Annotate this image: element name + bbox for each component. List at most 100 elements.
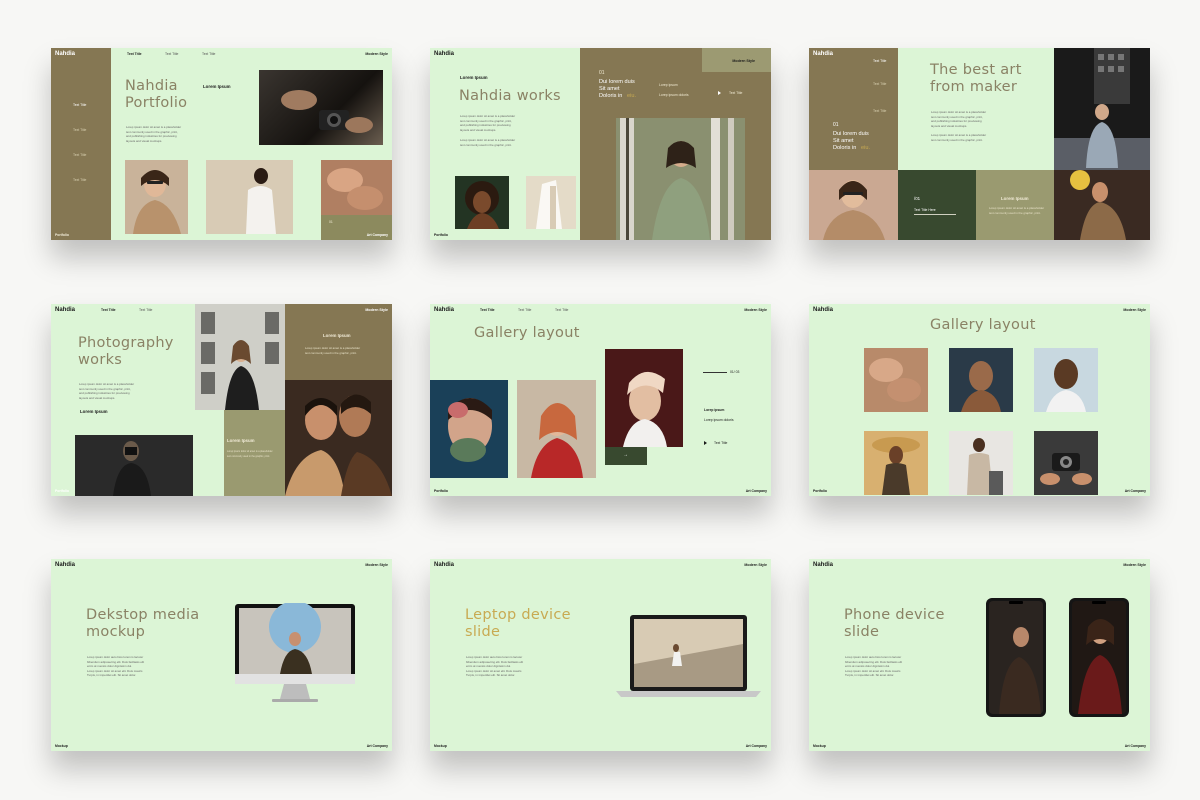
photo-building-woman	[195, 304, 285, 410]
gallery-photo-3	[1034, 348, 1098, 412]
desktop-monitor-icon	[234, 603, 356, 707]
lorem-heading: Lorem Ipsum	[203, 84, 231, 89]
big-text-tail: eiu.	[861, 145, 871, 151]
brand-logo: Nahdia	[813, 51, 834, 57]
footer-portfolio: Portfolio	[813, 489, 827, 493]
gallery-photo-6	[1034, 431, 1098, 495]
nav-item-active[interactable]: Text Title	[480, 308, 495, 312]
photo-two-faces	[321, 160, 392, 215]
footer-mockup: Mockup	[55, 744, 68, 748]
phone-2-icon	[1068, 597, 1130, 718]
caption-2: Lorep ipsum doloris	[659, 93, 689, 97]
play-icon[interactable]	[704, 441, 707, 445]
modern-style-label: Modern Style	[365, 308, 388, 312]
slide-number: 01	[599, 70, 605, 76]
link-title[interactable]: Text Title	[729, 91, 742, 95]
bottom-box-heading: Lorem Ipsum	[227, 438, 255, 443]
slide-number: 01	[833, 122, 839, 128]
footer-company: Art Company	[366, 233, 388, 237]
brand-logo: Nahdia	[434, 562, 455, 568]
slide-gallery-2[interactable]: Nahdia Modern Style Gallery layout Portf…	[809, 304, 1150, 496]
body-paragraph-2: Lorep ipsum dolor sit amet is a placehol…	[931, 133, 987, 142]
slide-best-art[interactable]: Nahdia Text Title Text Title Text Title …	[809, 48, 1150, 240]
slide-title: Photography works	[78, 335, 174, 368]
footer-company: Art Company	[745, 744, 767, 748]
nav-item[interactable]: Text Title	[555, 308, 568, 312]
footer-portfolio: Portfolio	[55, 233, 69, 237]
photo-woman-glasses	[809, 170, 898, 240]
gallery-photo-5	[949, 431, 1013, 495]
photo-woman-glasses	[125, 160, 188, 234]
photo-mask-woman	[75, 435, 193, 496]
gallery-photo-4	[864, 431, 928, 495]
lorem-heading: Lorem Ipsum	[80, 409, 108, 414]
box-title: Text Title Here	[914, 208, 936, 212]
modern-style-label: Modern Style	[365, 563, 388, 567]
slide-phone-mockup[interactable]: Nahdia Modern Style Phone device slide L…	[809, 559, 1150, 751]
slide-photography[interactable]: Nahdia Text Title Text Title Photography…	[51, 304, 392, 496]
photo-woman-hand	[605, 349, 683, 447]
footer-mockup: Mockup	[434, 744, 447, 748]
slide-portfolio[interactable]: Nahdia Text Title Text Title Text Title …	[51, 48, 392, 240]
nav-item[interactable]: Text Title	[202, 52, 215, 56]
brand-logo: Nahdia	[434, 51, 455, 57]
body-paragraph: Lorep ipsum dolor sit amet is a placehol…	[79, 382, 135, 400]
slide-title: The best art from maker	[930, 62, 1022, 95]
photo-curly-woman	[455, 176, 509, 229]
phone-1-icon	[985, 597, 1047, 718]
brand-logo: Nahdia	[55, 307, 76, 313]
page-indicator: 01/ 03	[730, 370, 740, 374]
nav-item[interactable]: Text Title	[165, 52, 178, 56]
slide-title: Phone device slide	[844, 607, 945, 640]
play-icon[interactable]	[718, 91, 721, 95]
modern-style-label: Modern Style	[365, 52, 388, 56]
nav-item[interactable]: Text Title	[139, 308, 152, 312]
footer-company: Art Company	[366, 744, 388, 748]
nav-item-active[interactable]: Text Title	[127, 52, 142, 56]
nav-item-active[interactable]: Text Title	[101, 308, 116, 312]
side-item-3[interactable]: Text Title	[73, 153, 86, 157]
slide-works[interactable]: Nahdia Lorem Ipsum Nahdia works Lorep ip…	[430, 48, 771, 240]
slide-title: Gallery layout	[474, 325, 580, 341]
box-divider	[914, 214, 956, 215]
brand-logo: Nahdia	[813, 307, 834, 313]
photo-white-coat	[526, 176, 576, 229]
body-paragraph: Lorep ipsum dolor auto bios lorem is lac…	[87, 655, 145, 678]
link-title[interactable]: Text Title	[714, 441, 727, 445]
side-item-2[interactable]: Text Title	[73, 128, 86, 132]
brand-logo: Nahdia	[55, 51, 76, 57]
footer-portfolio: Portfolio	[434, 489, 448, 493]
box-heading: Lorem Ipsum	[1001, 196, 1029, 201]
slide-desktop-mockup[interactable]: Nahdia Modern Style Dekstop media mockup…	[51, 559, 392, 751]
slide-title: Nahdia works	[459, 88, 561, 104]
box-number: /01	[914, 196, 921, 201]
modern-style-label: Modern Style	[732, 59, 755, 63]
caption: Lorep ipsum	[659, 83, 678, 87]
modern-style-label: Modern Style	[1123, 308, 1146, 312]
slide-gallery-1[interactable]: Nahdia Text Title Text Title Text Title …	[430, 304, 771, 496]
photo-camera-hands	[259, 70, 383, 145]
side-item-1[interactable]: Text Title	[873, 59, 886, 63]
laptop-icon	[616, 614, 761, 698]
side-item-1[interactable]: Text Title	[73, 103, 86, 107]
slide-laptop-mockup[interactable]: Nahdia Modern Style Leptop device slide …	[430, 559, 771, 751]
photo-red-hair	[517, 380, 596, 478]
side-item-3[interactable]: Text Title	[873, 109, 886, 113]
arrow-right-icon[interactable]: →	[623, 452, 628, 458]
brand-logo: Nahdia	[434, 307, 455, 313]
box-paragraph: Lorep ipsum dolor sit amet is a placehol…	[989, 206, 1045, 215]
gallery-photo-1	[864, 348, 928, 412]
nav-item[interactable]: Text Title	[518, 308, 531, 312]
photo-couple	[285, 380, 392, 496]
slide-title: Dekstop media mockup	[86, 607, 200, 640]
modern-style-label: Modern Style	[744, 563, 767, 567]
caption-2: Lorep ipsum doloris	[704, 418, 734, 422]
body-paragraph: Lorep ipsum dolor sit amet is a placehol…	[931, 110, 987, 128]
body-paragraph: Lorep ipsum dolor sit amet is a placehol…	[126, 125, 182, 143]
top-box	[285, 304, 392, 380]
photo-flower-face	[430, 380, 508, 478]
footer-mockup: Mockup	[813, 744, 826, 748]
body-paragraph: Lorep ipsum dolor auto bios lorem is lac…	[845, 655, 903, 678]
side-item-2[interactable]: Text Title	[873, 82, 886, 86]
side-item-4[interactable]: Text Title	[73, 178, 86, 182]
